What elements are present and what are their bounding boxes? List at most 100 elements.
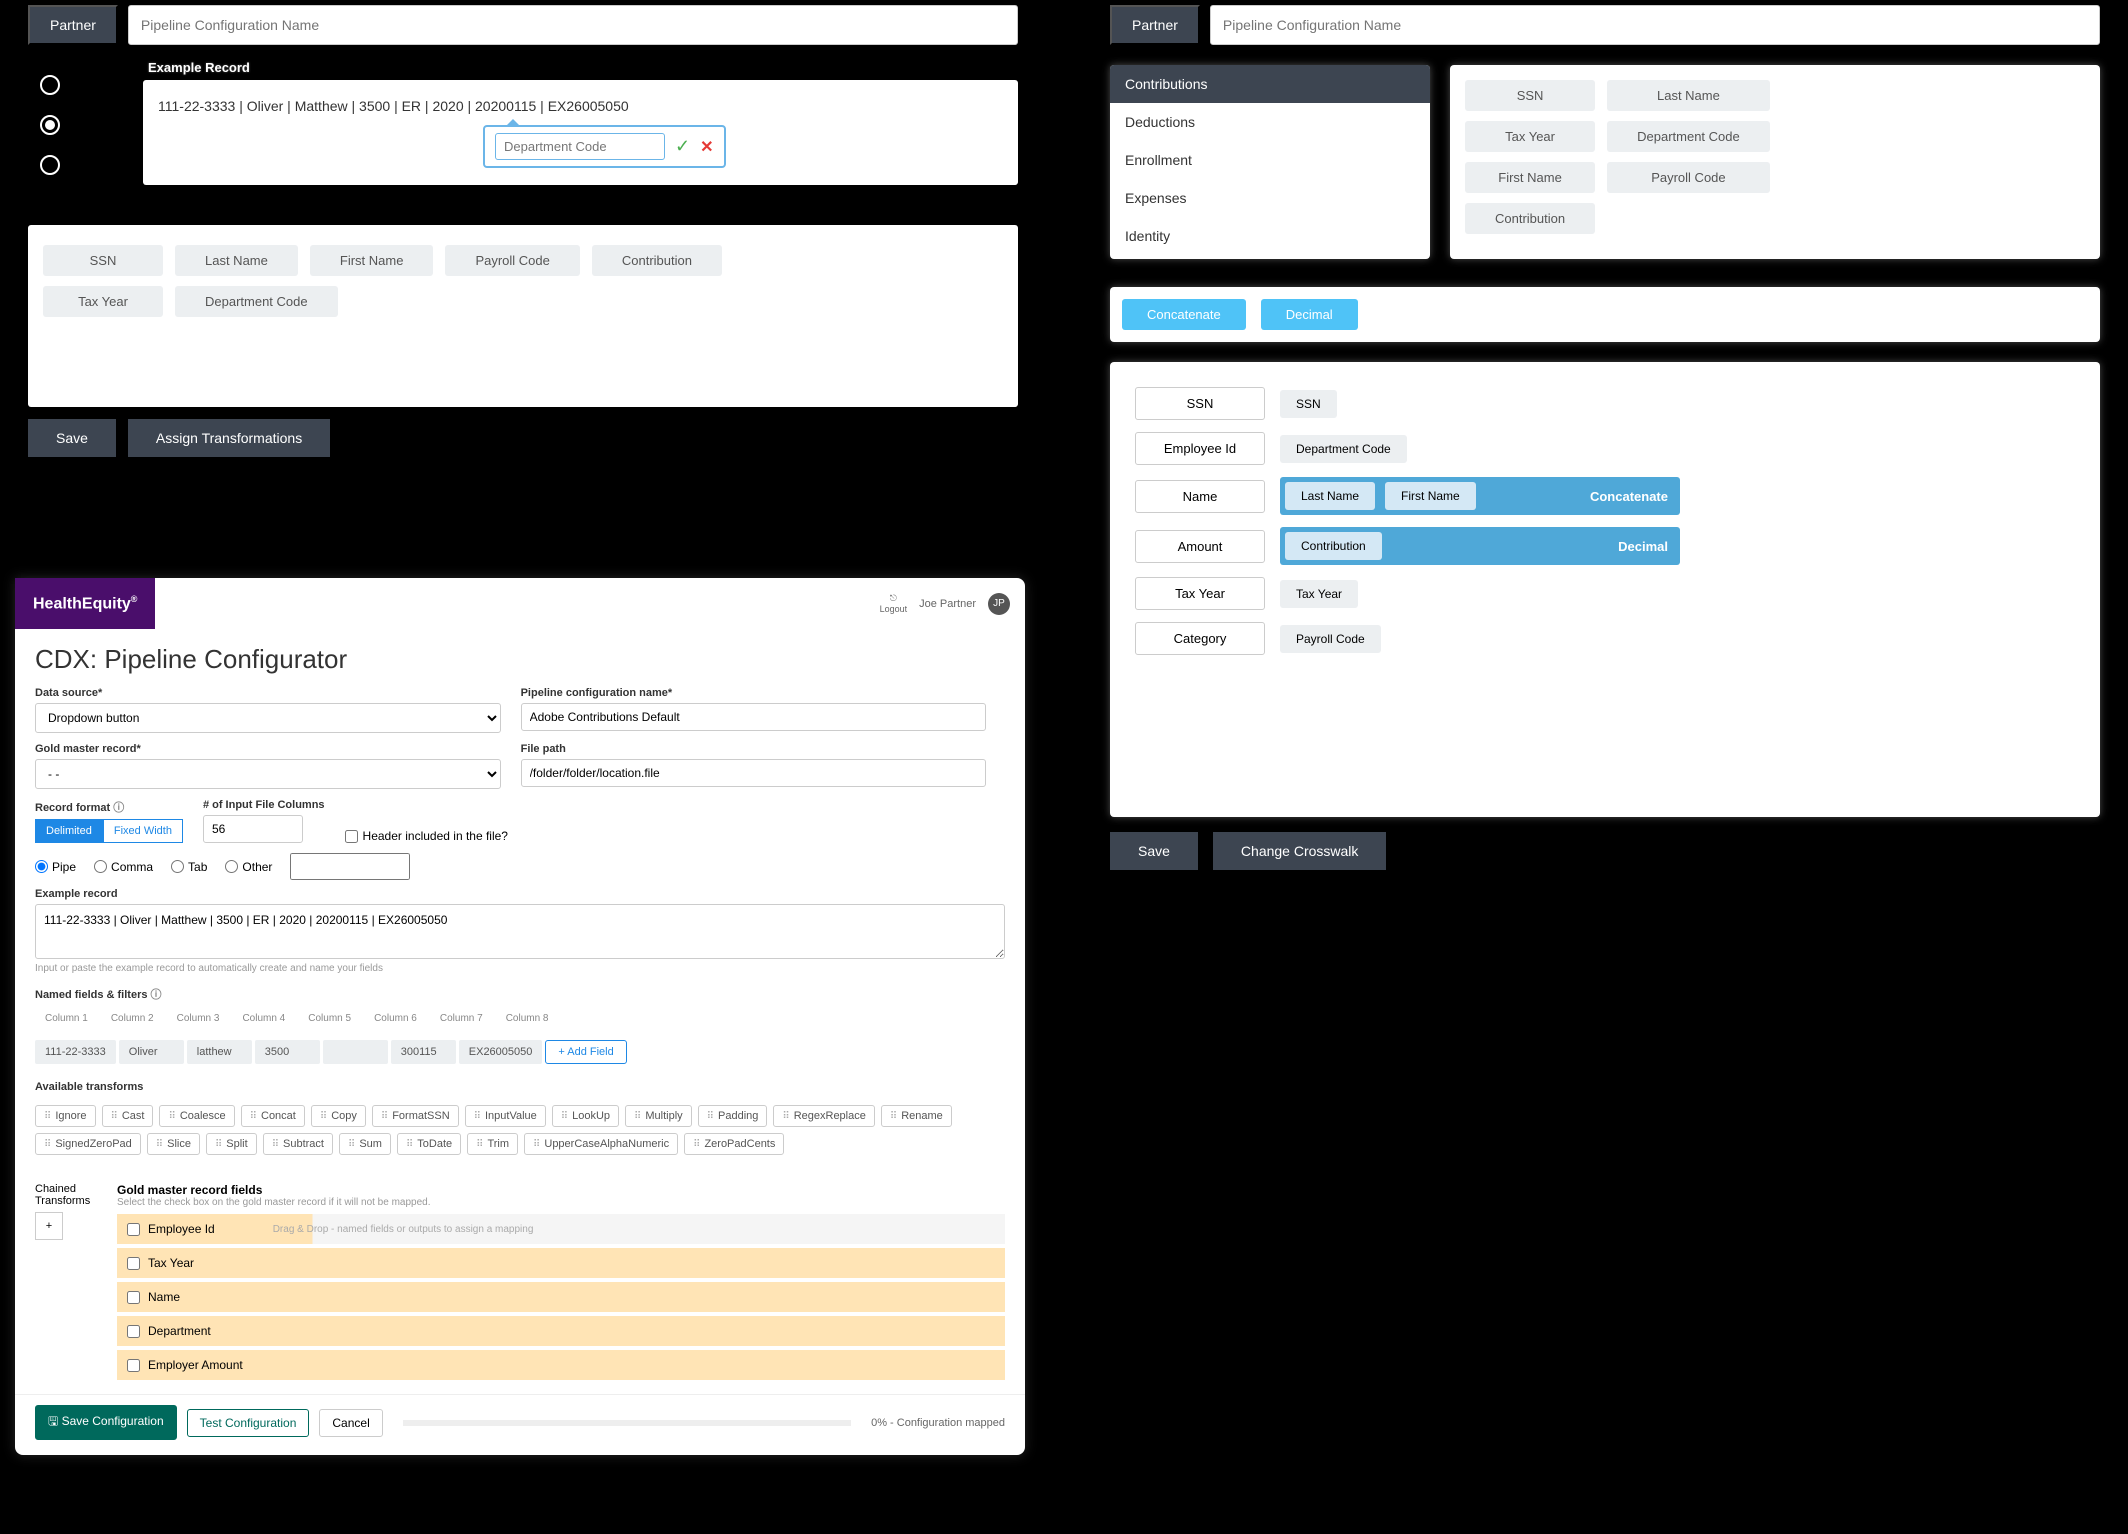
column-value[interactable]: Oliver [119,1040,184,1064]
partner-button-c[interactable]: Partner [1110,5,1200,45]
transform-lookup[interactable]: ⠿ LookUp [552,1105,619,1127]
field-chip-lastname[interactable]: Last Name [175,245,298,276]
chip-contribution[interactable]: Contribution [1465,203,1595,234]
transform-rename[interactable]: ⠿ Rename [881,1105,952,1127]
master-row[interactable]: Name [117,1282,1005,1312]
mapping-source-chip[interactable]: First Name [1385,482,1476,510]
transform-cast[interactable]: ⠿ Cast [102,1105,154,1127]
radio-option-3[interactable] [40,155,60,175]
master-row[interactable]: Employee IdDrag & Drop - named fields or… [117,1214,1005,1244]
add-chained-button[interactable]: + [35,1212,63,1240]
list-item-deductions[interactable]: Deductions [1110,103,1430,141]
transform-coalesce[interactable]: ⠿ Coalesce [159,1105,234,1127]
mapping-source-chip[interactable]: Last Name [1285,482,1375,510]
chip-firstname[interactable]: First Name [1465,162,1595,193]
chip-payroll[interactable]: Payroll Code [1607,162,1770,193]
mapping-target[interactable]: Tax Year [1135,577,1265,610]
master-row[interactable]: Employer Amount [117,1350,1005,1380]
transform-concatenate[interactable]: Concatenate [1122,299,1246,330]
radio-tab[interactable]: Tab [171,860,207,874]
master-row[interactable]: Tax Year [117,1248,1005,1278]
radio-other[interactable]: Other [225,860,272,874]
master-row-checkbox[interactable] [127,1223,140,1236]
list-item-expenses[interactable]: Expenses [1110,179,1430,217]
transform-padding[interactable]: ⠿ Padding [698,1105,768,1127]
confirm-icon[interactable]: ✓ [675,136,690,157]
radio-option-1[interactable] [40,75,60,95]
mapping-source-chip[interactable]: Department Code [1280,435,1407,463]
transform-signedzeropad[interactable]: ⠿ SignedZeroPad [35,1133,141,1155]
config-name-input[interactable] [521,703,987,731]
save-button[interactable]: Save [28,419,116,457]
mapping-target[interactable]: SSN [1135,387,1265,420]
transform-inputvalue[interactable]: ⠿ InputValue [465,1105,546,1127]
mapping-target[interactable]: Category [1135,622,1265,655]
field-name-input[interactable] [495,133,665,160]
mapping-source-chip[interactable]: Tax Year [1280,580,1358,608]
mapping-target[interactable]: Name [1135,480,1265,513]
radio-comma[interactable]: Comma [94,860,153,874]
transform-ignore[interactable]: ⠿ Ignore [35,1105,96,1127]
save-button-c[interactable]: Save [1110,832,1198,870]
user-avatar[interactable]: JP [988,593,1010,615]
data-source-select[interactable]: Dropdown button [35,703,501,733]
field-chip-firstname[interactable]: First Name [310,245,434,276]
transform-slice[interactable]: ⠿ Slice [147,1133,200,1155]
gold-master-select[interactable]: - - [35,759,501,789]
add-field-button[interactable]: + Add Field [545,1040,626,1064]
seg-delimited[interactable]: Delimited [35,819,103,843]
transform-todate[interactable]: ⠿ ToDate [397,1133,461,1155]
change-crosswalk-button[interactable]: Change Crosswalk [1213,832,1387,870]
transform-subtract[interactable]: ⠿ Subtract [263,1133,333,1155]
mapping-source-chip[interactable]: SSN [1280,390,1337,418]
seg-fixed-width[interactable]: Fixed Width [103,819,183,843]
transform-multiply[interactable]: ⠿ Multiply [625,1105,692,1127]
test-configuration-button[interactable]: Test Configuration [187,1409,310,1437]
column-value[interactable]: latthew [187,1040,252,1064]
example-record-textarea[interactable]: 111-22-3333 | Oliver | Matthew | 3500 | … [35,904,1005,959]
field-chip-contribution[interactable]: Contribution [592,245,722,276]
num-cols-input[interactable] [203,815,303,843]
master-row-checkbox[interactable] [127,1325,140,1338]
other-delim-input[interactable] [290,853,410,880]
file-path-input[interactable] [521,759,987,787]
save-configuration-button[interactable]: 🖫 Save Configuration [35,1405,177,1440]
transform-formatssn[interactable]: ⠿ FormatSSN [372,1105,459,1127]
chip-deptcode[interactable]: Department Code [1607,121,1770,152]
list-item-enrollment[interactable]: Enrollment [1110,141,1430,179]
transform-zeropadcents[interactable]: ⠿ ZeroPadCents [684,1133,784,1155]
header-included-checkbox[interactable]: Header included in the file? [345,829,508,843]
mapping-combined[interactable]: ContributionDecimal [1280,527,1680,565]
cancel-icon[interactable]: ✕ [700,137,713,157]
field-chip-taxyear[interactable]: Tax Year [43,286,163,317]
master-row[interactable]: Department [117,1316,1005,1346]
mapping-combined[interactable]: Last NameFirst NameConcatenate [1280,477,1680,515]
master-row-checkbox[interactable] [127,1291,140,1304]
transform-uppercasealphanumeric[interactable]: ⠿ UpperCaseAlphaNumeric [524,1133,678,1155]
transform-decimal[interactable]: Decimal [1261,299,1358,330]
mapping-source-chip[interactable]: Contribution [1285,532,1382,560]
column-value[interactable]: EX26005050 [459,1040,543,1064]
transform-split[interactable]: ⠿ Split [206,1133,257,1155]
column-value[interactable]: 300115 [391,1040,456,1064]
master-row-checkbox[interactable] [127,1257,140,1270]
transform-copy[interactable]: ⠿ Copy [311,1105,366,1127]
chip-lastname[interactable]: Last Name [1607,80,1770,111]
master-row-checkbox[interactable] [127,1359,140,1372]
list-item-identity[interactable]: Identity [1110,217,1430,255]
transform-trim[interactable]: ⠿ Trim [467,1133,518,1155]
transform-sum[interactable]: ⠿ Sum [339,1133,391,1155]
radio-option-2[interactable] [40,115,60,135]
radio-pipe[interactable]: Pipe [35,860,76,874]
list-item-contributions[interactable]: Contributions [1110,65,1430,103]
transform-concat[interactable]: ⠿ Concat [241,1105,305,1127]
chip-ssn[interactable]: SSN [1465,80,1595,111]
pipeline-config-name-input[interactable] [128,5,1018,45]
column-value[interactable]: 3500 [255,1040,320,1064]
field-chip-ssn[interactable]: SSN [43,245,163,276]
cancel-button[interactable]: Cancel [319,1409,382,1437]
field-chip-deptcode[interactable]: Department Code [175,286,338,317]
transform-regexreplace[interactable]: ⠿ RegexReplace [773,1105,874,1127]
logout-button[interactable]: ⎋ Logout [880,593,908,614]
column-value[interactable] [323,1040,388,1064]
